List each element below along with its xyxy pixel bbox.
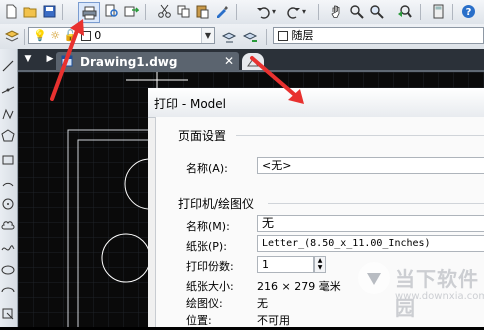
arrow-to-dialog bbox=[250, 56, 298, 98]
downxia-logo-icon bbox=[358, 262, 390, 294]
arrow-to-plot-icon bbox=[50, 26, 80, 101]
watermark: 当下软件园 www.downxia.com bbox=[349, 255, 484, 327]
watermark-url: www.downxia.com bbox=[395, 291, 484, 302]
